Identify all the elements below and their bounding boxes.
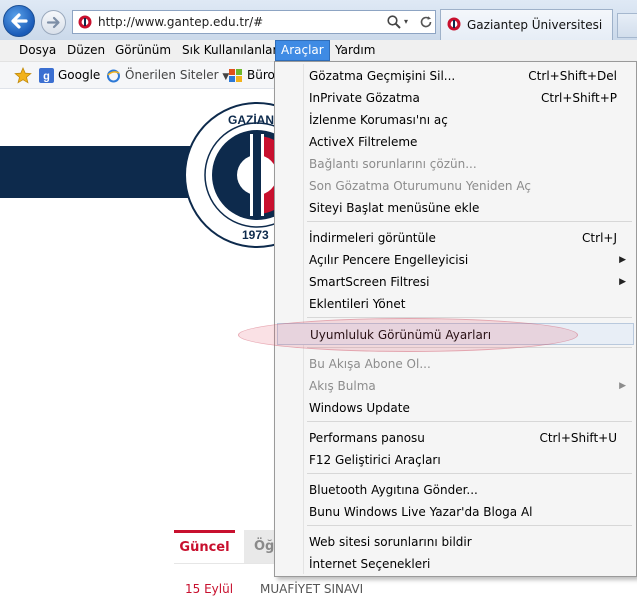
menu-item-gozatma-gecmisini-sil[interactable]: Gözatma Geçmişini Sil... Ctrl+Shift+Del <box>277 65 634 87</box>
menu-item-label: Eklentileri Yönet <box>309 297 406 311</box>
favorite-buro[interactable]: Büro <box>228 66 275 84</box>
site-favicon-icon <box>447 17 461 31</box>
menu-item-shortcut: Ctrl+Shift+Del <box>528 69 617 83</box>
arrow-right-icon <box>46 16 60 29</box>
refresh-icon[interactable] <box>418 14 434 30</box>
menu-item-label: Gözatma Geçmişini Sil... <box>309 69 456 83</box>
arrow-left-icon <box>11 13 28 29</box>
highlight-annotation <box>238 318 578 352</box>
menu-item-baglanti-sorunlarini-cozun: Bağlantı sorunlarını çözün... <box>277 153 634 175</box>
address-text[interactable]: http://www.gantep.edu.tr/# <box>98 15 263 29</box>
menu-item-label: F12 Geliştirici Araçları <box>309 453 441 467</box>
menu-item-label: İnternet Seçenekleri <box>309 557 431 571</box>
menu-item-eklentileri-yonet[interactable]: Eklentileri Yönet <box>277 293 634 315</box>
menu-item-indirmeleri-goruntule[interactable]: İndirmeleri görüntüle Ctrl+J <box>277 227 634 249</box>
menu-item-shortcut: Ctrl+Shift+U <box>539 431 617 445</box>
menu-item-label: Windows Update <box>309 401 410 415</box>
tab-title: Gaziantep Üniversitesi <box>467 18 603 32</box>
submenu-arrow-icon: ▶ <box>619 255 626 265</box>
menu-item-label: Web sitesi sorunlarını bildir <box>309 535 472 549</box>
menu-item-windows-update[interactable]: Windows Update <box>277 397 634 419</box>
menu-item-shortcut: Ctrl+Shift+P <box>541 91 617 105</box>
browser-toolbar: http://www.gantep.edu.tr/# ▾ Gaziantep Ü… <box>0 0 637 41</box>
submenu-arrow-icon: ▶ <box>619 381 626 391</box>
menu-item-performans-panosu[interactable]: Performans panosu Ctrl+Shift+U <box>277 427 634 449</box>
submenu-arrow-icon: ▶ <box>619 277 626 287</box>
menu-item-son-gozatma-oturumunu-yeniden-ac: Son Gözatma Oturumunu Yeniden Aç <box>277 175 634 197</box>
menu-item-label: Bağlantı sorunlarını çözün... <box>309 157 477 171</box>
tab-ogrenci[interactable]: Öğ <box>244 530 274 564</box>
menu-item-label: Açılır Pencere Engelleyicisi <box>309 253 469 267</box>
favorite-onerilen-label: Önerilen Siteler <box>125 68 219 82</box>
menu-item-label: Bunu Windows Live Yazar'da Bloga Al <box>309 505 533 519</box>
site-favicon-icon <box>78 15 92 29</box>
menu-araclar[interactable]: Araçlar <box>275 40 330 61</box>
menu-item-acilir-pencere-engelleyicisi[interactable]: Açılır Pencere Engelleyicisi ▶ <box>277 249 634 271</box>
tab-gaziantep[interactable]: Gaziantep Üniversitesi <box>440 9 613 40</box>
search-icon[interactable] <box>386 14 402 30</box>
news-title[interactable]: MUAFİYET SINAVI <box>260 582 363 596</box>
menu-item-bluetooth-aygitina-gonder[interactable]: Bluetooth Aygıtına Gönder... <box>277 479 634 501</box>
menu-dosya[interactable]: Dosya <box>14 40 61 61</box>
menu-item-bunu-windows-live-yazar-da-bloga-al[interactable]: Bunu Windows Live Yazar'da Bloga Al <box>277 501 634 523</box>
menu-separator <box>307 473 632 474</box>
menu-item-label: Bu Akışa Abone Ol... <box>309 357 431 371</box>
menu-yardim[interactable]: Yardım <box>330 40 380 61</box>
menu-gorunum[interactable]: Görünüm <box>110 40 176 61</box>
chevron-down-icon[interactable]: ▾ <box>404 14 412 30</box>
menu-item-label: Son Gözatma Oturumunu Yeniden Aç <box>309 179 531 193</box>
menu-item-label: İzlenme Koruması'nı aç <box>309 113 448 127</box>
favorite-google-label: Google <box>58 68 101 82</box>
menu-item-inprivate-gozatma[interactable]: InPrivate Gözatma Ctrl+Shift+P <box>277 87 634 109</box>
menu-item-label: Siteyi Başlat menüsüne ekle <box>309 201 480 215</box>
menu-separator <box>307 221 632 222</box>
menu-item-label: Bluetooth Aygıtına Gönder... <box>309 483 478 497</box>
new-tab-button[interactable] <box>617 13 637 38</box>
menu-item-label: ActiveX Filtreleme <box>309 135 418 149</box>
menu-item-bu-akisa-abone-ol: Bu Akışa Abone Ol... <box>277 353 634 375</box>
ie-icon <box>107 69 120 83</box>
menu-item-smartscreen-filtresi[interactable]: SmartScreen Filtresi ▶ <box>277 271 634 293</box>
menu-item-akis-bulma: Akış Bulma ▶ <box>277 375 634 397</box>
menu-duzen[interactable]: Düzen <box>62 40 110 61</box>
menu-item-label: Performans panosu <box>309 431 425 445</box>
menu-sik-kullanilanlar[interactable]: Sık Kullanılanlar <box>177 40 282 61</box>
menu-item-label: İndirmeleri görüntüle <box>309 231 436 245</box>
menu-item-label: SmartScreen Filtresi <box>309 275 430 289</box>
favorite-google[interactable]: g Google <box>39 66 100 84</box>
favorite-onerilen-siteler[interactable]: Önerilen Siteler ▼ <box>106 66 229 84</box>
google-icon: g <box>39 68 54 83</box>
menu-item-label: InPrivate Gözatma <box>309 91 420 105</box>
menu-item-label: Akış Bulma <box>309 379 376 393</box>
menu-item-siteyi-baslat-menusune-ekle[interactable]: Siteyi Başlat menüsüne ekle <box>277 197 634 219</box>
tab-guncel[interactable]: Güncel <box>174 530 235 564</box>
menu-item-web-sitesi-sorunlarini-bildir[interactable]: Web sitesi sorunlarını bildir <box>277 531 634 553</box>
menu-item-internet-secenekleri[interactable]: İnternet Seçenekleri <box>277 553 634 575</box>
back-button[interactable] <box>3 5 35 37</box>
office-icon <box>229 69 242 82</box>
menu-separator <box>307 525 632 526</box>
menu-bar: Dosya Düzen Görünüm Sık Kullanılanlar Ar… <box>0 40 637 62</box>
logo-year: 1973 <box>242 228 269 242</box>
favorites-star-icon[interactable] <box>14 66 36 84</box>
menu-item-shortcut: Ctrl+J <box>582 231 617 245</box>
address-bar[interactable]: http://www.gantep.edu.tr/# ▾ <box>72 10 436 34</box>
news-date: 15 Eylül <box>185 582 234 596</box>
forward-button[interactable] <box>41 10 66 35</box>
svg-text:g: g <box>43 71 50 83</box>
menu-separator <box>307 421 632 422</box>
menu-item-f12-gelistirici-araclari[interactable]: F12 Geliştirici Araçları <box>277 449 634 471</box>
tabs-divider <box>174 563 280 564</box>
menu-item-izlenme-korumasi-ni-ac[interactable]: İzlenme Koruması'nı aç <box>277 109 634 131</box>
favorite-buro-label: Büro <box>247 68 275 82</box>
menu-item-activex-filtreleme[interactable]: ActiveX Filtreleme <box>277 131 634 153</box>
